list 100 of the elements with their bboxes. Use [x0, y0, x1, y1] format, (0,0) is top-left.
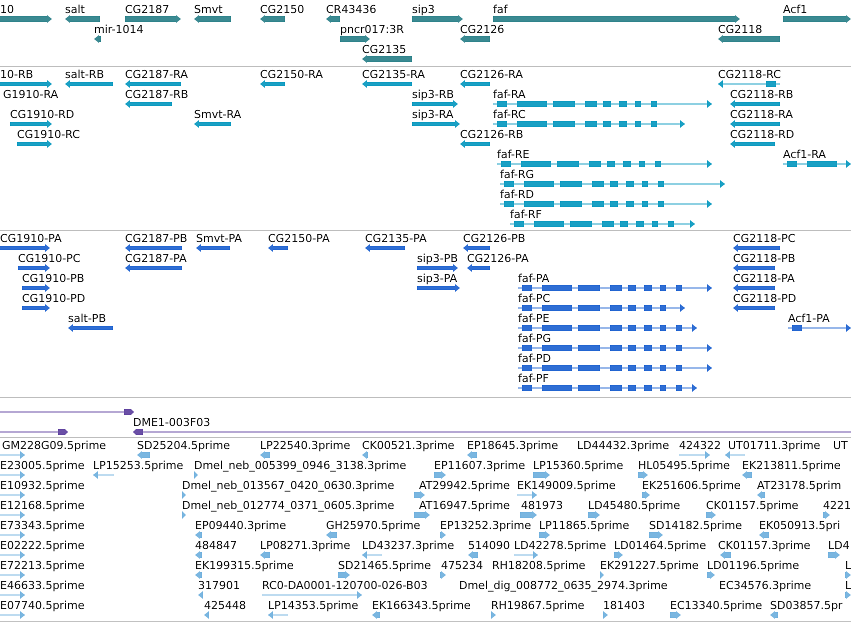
feature-label: SD14182.5prime [649, 520, 742, 532]
feature-label: CG1910-RD [10, 109, 74, 121]
feature-label: CG1910-PB [22, 273, 84, 285]
feature-label: faf-RG [500, 169, 534, 181]
feature-label: EK291227.5prime [600, 560, 699, 572]
feature-label: faf-PD [518, 353, 551, 365]
feature-label: CK01157.5prime [706, 500, 798, 512]
feature-label: EP09440.3prime [195, 520, 286, 532]
feature-label: CG2150 [260, 4, 304, 16]
feature-label: 10-RB [0, 69, 34, 81]
feature-label: CG2126-PB [463, 233, 526, 245]
feature-label: salt-PB [68, 313, 106, 325]
feature-label: CK01157.3prime [718, 540, 810, 552]
feature-label: Dmel_neb_013567_0420_0630.3prime [182, 480, 394, 492]
feature-label: CG2118-PB [733, 253, 796, 265]
feature-label: CG2118-RA [730, 109, 793, 121]
feature-label: sip3-RB [412, 89, 454, 101]
feature-label: CG2135 [362, 44, 406, 56]
feature-label: faf-PG [518, 333, 552, 345]
feature-label: faf-RF [510, 209, 542, 221]
feature-label: CG2118-RD [730, 129, 794, 141]
feature-label: SD03857.5pr [770, 600, 842, 612]
feature-label: L [845, 560, 851, 572]
feature-label: E73343.5prime [0, 520, 84, 532]
feature-label: EK213811.5prime [742, 460, 841, 472]
feature-label: EC34576.3prime [719, 580, 812, 592]
feature-label: AT23178.5prim [757, 480, 842, 492]
feature-label: Smvt-RA [194, 109, 242, 121]
feature-label: LP08271.3prime [260, 540, 350, 552]
feature-label: sip3 [412, 4, 435, 16]
feature-label: SD25204.5prime [137, 440, 230, 452]
feature-label: CG2187-PA [125, 253, 187, 265]
feature-label: EK050913.5pri [759, 520, 840, 532]
feature-label: E72213.5prime [0, 560, 84, 572]
feature-label: G1910-RA [3, 89, 58, 101]
feature-label: EK166343.5prime [372, 600, 471, 612]
feature-label: EK149009.5prime [517, 480, 616, 492]
feature-label: faf-RD [500, 189, 534, 201]
feature-label: UT [833, 440, 848, 452]
feature-label: CG2118-PA [733, 273, 795, 285]
feature-label: CG2150-RA [260, 69, 323, 81]
feature-label: 10 [0, 4, 14, 16]
feature-label: sip3-PA [417, 273, 458, 285]
feature-label: CK00521.3prime [362, 440, 454, 452]
feature-label: CG2118-PD [733, 293, 796, 305]
feature-label: Dmel_neb_012774_0371_0605.3prime [182, 500, 394, 512]
feature-label: EP18645.3prime [467, 440, 558, 452]
feature-label: CG1910-PA [0, 233, 62, 245]
feature-label: E46633.5prime [0, 580, 84, 592]
feature-label: EP13252.3prime [440, 520, 532, 532]
feature-label: faf-PA [518, 273, 550, 285]
feature-label: LP15360.5prime [533, 460, 624, 472]
feature-label: RC0-DA0001-120700-026-B03 [262, 580, 428, 592]
feature-label: Smvt-PA [196, 233, 242, 245]
feature-label: LP11865.5prime [539, 520, 630, 532]
feature-label: LD4 [828, 540, 850, 552]
feature-label: 4221 [823, 500, 851, 512]
feature-label: CR43436 [326, 4, 376, 16]
feature-label: LD42278.5prime [514, 540, 606, 552]
feature-label: CG2135-PA [365, 233, 427, 245]
feature-label: CG2118-RB [730, 89, 794, 101]
feature-label: AT16947.5prime [419, 500, 510, 512]
feature-label: CG2187-RB [125, 89, 188, 101]
feature-label: 317901 [198, 580, 240, 592]
feature-label: faf-RE [497, 149, 530, 161]
feature-label: HL05495.5prime [638, 460, 730, 472]
feature-label: Dmel_neb_005399_0946_3138.3prime [194, 460, 406, 472]
feature-label: RH18208.5prime [492, 560, 586, 572]
feature-label: CG2126-RB [460, 129, 524, 141]
feature-label: Dmel_dig_008772_0635_2974.3prime [459, 580, 668, 592]
feature-label: EP11607.3prime [434, 460, 526, 472]
feature-label: RH19867.5prime [491, 600, 584, 612]
feature-label: 425448 [204, 600, 246, 612]
feature-label: EK199315.5prime [195, 560, 294, 572]
feature-label: E12168.5prime [0, 500, 84, 512]
feature-label: CG2150-PA [268, 233, 330, 245]
feature-label: CG2126-PA [467, 253, 529, 265]
feature-label: DME1-003F03 [133, 417, 210, 429]
feature-label: EC13340.5prime [670, 600, 762, 612]
feature-label: Acf1 [783, 4, 808, 16]
feature-label: CG2187 [125, 4, 170, 16]
feature-label: CG2118-PC [733, 233, 796, 245]
feature-label: CG2118 [718, 24, 762, 36]
feature-label: CG2118-RC [718, 69, 781, 81]
feature-label: Acf1-RA [783, 149, 826, 161]
feature-label: EK251606.5prime [642, 480, 741, 492]
feature-label: CG2187-RA [125, 69, 188, 81]
feature-label: LP22540.3prime [260, 440, 350, 452]
feature-label: 481973 [521, 500, 563, 512]
feature-label: LD01464.5prime [614, 540, 706, 552]
feature-label: L [845, 580, 851, 592]
feature-label: 475234 [441, 560, 483, 572]
feature-label: salt-RB [65, 69, 104, 81]
feature-label: CG1910-PC [18, 253, 80, 265]
feature-label: E07740.5prime [0, 600, 84, 612]
feature-label: Smvt [194, 4, 223, 16]
feature-label: faf [493, 4, 508, 16]
feature-label: E10932.5prime [0, 480, 84, 492]
feature-label: CG2187-PB [125, 233, 188, 245]
feature-label: LD45480.5prime [588, 500, 680, 512]
